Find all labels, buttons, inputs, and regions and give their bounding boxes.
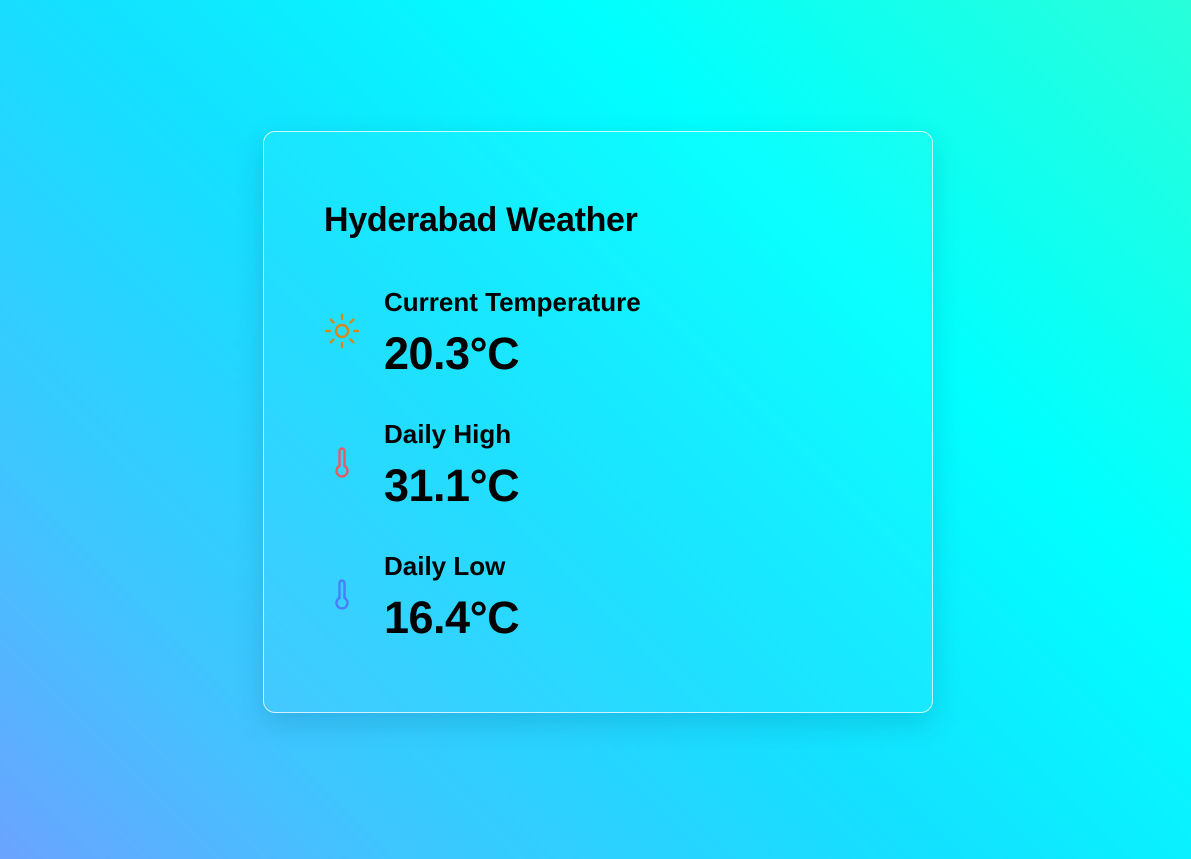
daily-low-value: 16.4°C — [384, 592, 520, 643]
daily-low-row: Daily Low 16.4°C — [324, 546, 520, 644]
sun-icon — [324, 313, 360, 349]
daily-low-label: Daily Low — [384, 551, 506, 581]
daily-high-text: Daily High 31.1°C — [384, 414, 520, 512]
daily-high-value: 31.1°C — [384, 460, 520, 511]
current-temperature-value: 20.3°C — [384, 328, 520, 379]
daily-high-label: Daily High — [384, 419, 512, 449]
daily-low-text: Daily Low 16.4°C — [384, 546, 520, 644]
current-temperature-row: Current Temperature 20.3°C — [324, 282, 641, 380]
current-temperature-label: Current Temperature — [384, 287, 641, 317]
thermometer-hot-icon — [324, 445, 360, 481]
daily-high-row: Daily High 31.1°C — [324, 414, 520, 512]
current-temperature-text: Current Temperature 20.3°C — [384, 282, 641, 380]
card-title: Hyderabad Weather — [324, 201, 638, 239]
thermometer-cold-icon — [324, 577, 360, 613]
weather-card: Hyderabad Weather Current Temperature 20… — [263, 131, 933, 713]
